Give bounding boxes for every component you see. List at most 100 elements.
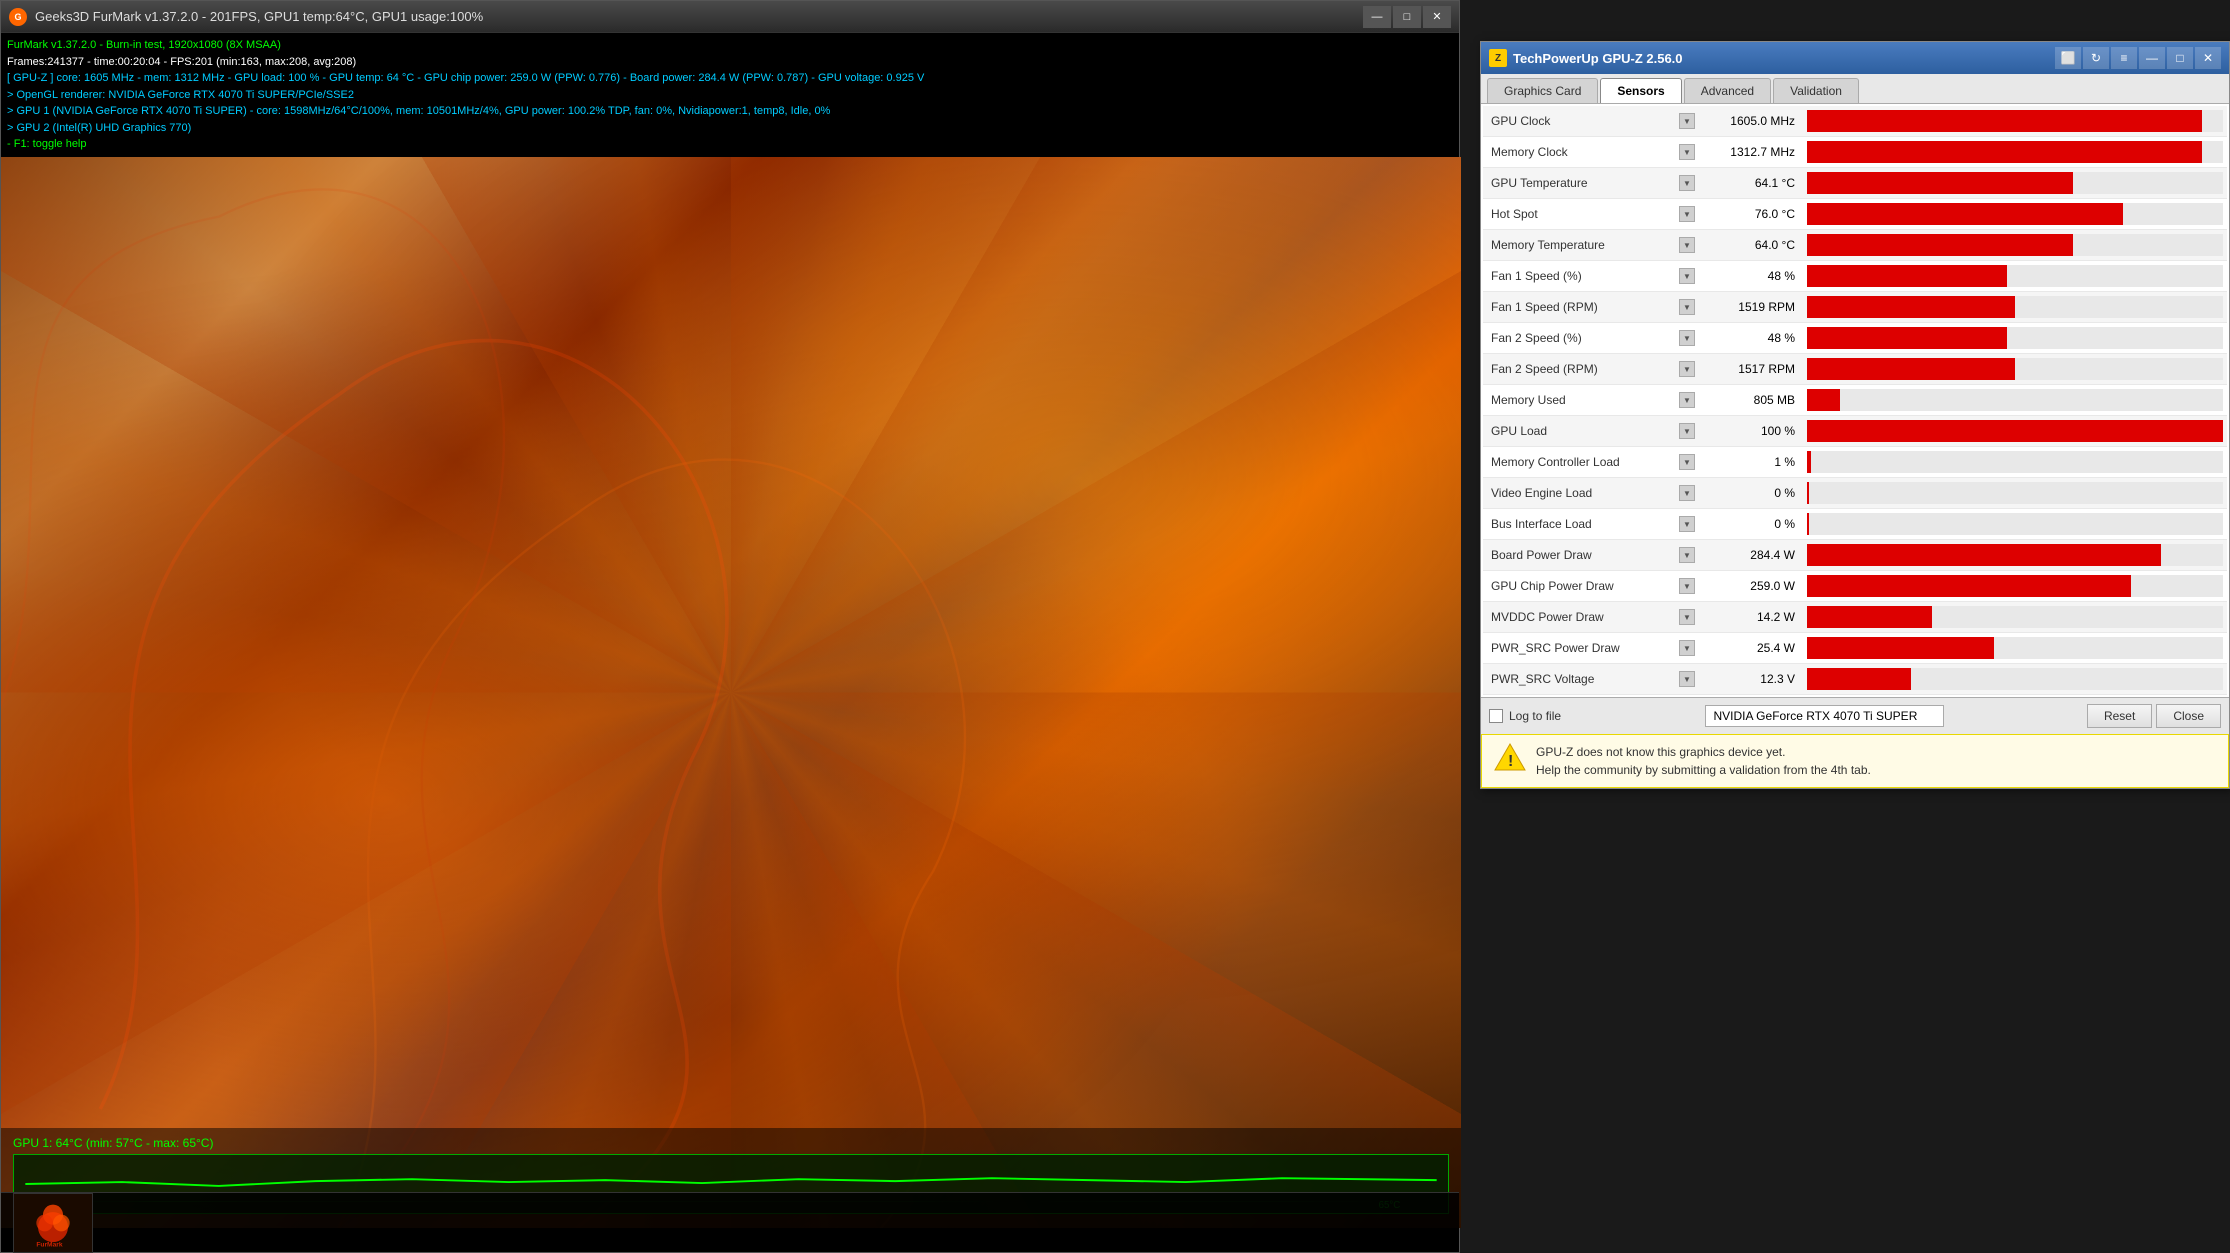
close-button[interactable]: Close [2156, 704, 2221, 728]
gpuz-sensors-panel: GPU Clock ▼ 1605.0 MHz Memory Clock ▼ 13… [1481, 104, 2229, 697]
sensor-label: GPU Load [1491, 424, 1547, 438]
reset-button[interactable]: Reset [2087, 704, 2152, 728]
furmark-info-line1: FurMark v1.37.2.0 - Burn-in test, 1920x1… [7, 37, 1453, 54]
sensor-value-13: 0 % [1703, 517, 1803, 531]
gpu-selector[interactable]: NVIDIA GeForce RTX 4070 Ti SUPER [1705, 705, 1944, 727]
tab-validation[interactable]: Validation [1773, 78, 1859, 103]
gpuz-notification-bar: ! GPU-Z does not know this graphics devi… [1481, 734, 2229, 788]
furmark-info: FurMark v1.37.2.0 - Burn-in test, 1920x1… [1, 33, 1459, 157]
sensor-row: GPU Temperature ▼ 64.1 °C [1483, 168, 2227, 199]
sensor-label: GPU Temperature [1491, 176, 1588, 190]
sensor-name-16: MVDDC Power Draw ▼ [1483, 609, 1703, 625]
notification-line1: GPU-Z does not know this graphics device… [1536, 743, 1871, 761]
sensor-value-17: 25.4 W [1703, 641, 1803, 655]
sensor-bar-18 [1807, 668, 1911, 690]
furmark-info-line7: - F1: toggle help [7, 136, 1453, 153]
sensor-name-4: Memory Temperature ▼ [1483, 237, 1703, 253]
sensor-dropdown-13[interactable]: ▼ [1679, 516, 1695, 532]
sensor-row: Hot Spot ▼ 76.0 °C [1483, 199, 2227, 230]
gpuz-app-icon: Z [1489, 49, 1507, 67]
sensor-value-8: 1517 RPM [1703, 362, 1803, 376]
sensor-bar-0 [1807, 110, 2202, 132]
sensor-bar-container-7 [1807, 327, 2223, 349]
sensor-row: Memory Temperature ▼ 64.0 °C [1483, 230, 2227, 261]
tab-sensors[interactable]: Sensors [1600, 78, 1681, 103]
sensor-name-2: GPU Temperature ▼ [1483, 175, 1703, 191]
sensor-bar-10 [1807, 420, 2223, 442]
sensor-row: GPU Chip Power Draw ▼ 259.0 W [1483, 571, 2227, 602]
sensor-bar-container-12 [1807, 482, 2223, 504]
sensor-bar-container-9 [1807, 389, 2223, 411]
sensor-name-3: Hot Spot ▼ [1483, 206, 1703, 222]
sensor-row: Fan 2 Speed (RPM) ▼ 1517 RPM [1483, 354, 2227, 385]
sensor-row: Fan 2 Speed (%) ▼ 48 % [1483, 323, 2227, 354]
sensor-bar-container-17 [1807, 637, 2223, 659]
sensor-row: Video Engine Load ▼ 0 % [1483, 478, 2227, 509]
furmark-maximize-button[interactable]: □ [1393, 6, 1421, 28]
sensor-dropdown-16[interactable]: ▼ [1679, 609, 1695, 625]
sensor-row: Bus Interface Load ▼ 0 % [1483, 509, 2227, 540]
sensor-bar-5 [1807, 265, 2007, 287]
gpuz-log-area: Log to file [1489, 709, 1561, 723]
sensor-bar-container-11 [1807, 451, 2223, 473]
sensor-dropdown-11[interactable]: ▼ [1679, 454, 1695, 470]
sensor-row: Memory Clock ▼ 1312.7 MHz [1483, 137, 2227, 168]
sensor-dropdown-6[interactable]: ▼ [1679, 299, 1695, 315]
sensor-dropdown-3[interactable]: ▼ [1679, 206, 1695, 222]
furmark-close-button[interactable]: ✕ [1423, 6, 1451, 28]
furmark-status-text: FurMark [13, 1193, 1447, 1253]
sensor-dropdown-5[interactable]: ▼ [1679, 268, 1695, 284]
gpuz-close-button[interactable]: ✕ [2195, 47, 2221, 69]
sensor-name-6: Fan 1 Speed (RPM) ▼ [1483, 299, 1703, 315]
gpuz-menu-button[interactable]: ≡ [2111, 47, 2137, 69]
sensor-dropdown-17[interactable]: ▼ [1679, 640, 1695, 656]
furmark-render-canvas: GPU 1: 64°C (min: 57°C - max: 65°C) 57°C… [1, 157, 1461, 1228]
furmark-window: G Geeks3D FurMark v1.37.2.0 - 201FPS, GP… [0, 0, 1460, 1253]
svg-text:FurMark: FurMark [36, 1241, 63, 1248]
sensor-dropdown-14[interactable]: ▼ [1679, 547, 1695, 563]
sensor-bar-12 [1807, 482, 1809, 504]
sensor-dropdown-8[interactable]: ▼ [1679, 361, 1695, 377]
sensor-name-12: Video Engine Load ▼ [1483, 485, 1703, 501]
sensor-row: PWR_SRC Voltage ▼ 12.3 V [1483, 664, 2227, 695]
furmark-svg-decoration [1, 157, 1461, 1228]
tab-graphics-card[interactable]: Graphics Card [1487, 78, 1598, 103]
sensor-bar-container-1 [1807, 141, 2223, 163]
sensor-dropdown-12[interactable]: ▼ [1679, 485, 1695, 501]
sensor-name-13: Bus Interface Load ▼ [1483, 516, 1703, 532]
sensor-dropdown-15[interactable]: ▼ [1679, 578, 1695, 594]
sensor-value-7: 48 % [1703, 331, 1803, 345]
sensor-dropdown-18[interactable]: ▼ [1679, 671, 1695, 687]
sensor-dropdown-0[interactable]: ▼ [1679, 113, 1695, 129]
gpuz-minimize-button[interactable]: — [2139, 47, 2165, 69]
sensor-bar-2 [1807, 172, 2073, 194]
sensor-bar-container-16 [1807, 606, 2223, 628]
gpuz-screenshot-button[interactable]: ⬜ [2055, 47, 2081, 69]
sensor-label: GPU Clock [1491, 114, 1550, 128]
sensor-dropdown-9[interactable]: ▼ [1679, 392, 1695, 408]
furmark-titlebar: G Geeks3D FurMark v1.37.2.0 - 201FPS, GP… [1, 1, 1459, 33]
furmark-minimize-button[interactable]: — [1363, 6, 1391, 28]
gpuz-window-controls: ⬜ ↻ ≡ — □ ✕ [2055, 47, 2221, 69]
sensor-name-15: GPU Chip Power Draw ▼ [1483, 578, 1703, 594]
sensor-dropdown-7[interactable]: ▼ [1679, 330, 1695, 346]
sensor-row: Fan 1 Speed (RPM) ▼ 1519 RPM [1483, 292, 2227, 323]
sensor-dropdown-2[interactable]: ▼ [1679, 175, 1695, 191]
sensor-dropdown-10[interactable]: ▼ [1679, 423, 1695, 439]
gpuz-refresh-button[interactable]: ↻ [2083, 47, 2109, 69]
gpuz-maximize-button[interactable]: □ [2167, 47, 2193, 69]
sensor-dropdown-1[interactable]: ▼ [1679, 144, 1695, 160]
sensor-label: GPU Chip Power Draw [1491, 579, 1614, 593]
sensor-dropdown-4[interactable]: ▼ [1679, 237, 1695, 253]
tab-advanced[interactable]: Advanced [1684, 78, 1771, 103]
furmark-icon: G [9, 8, 27, 26]
sensor-name-1: Memory Clock ▼ [1483, 144, 1703, 160]
notification-line2: Help the community by submitting a valid… [1536, 761, 1871, 779]
sensor-value-4: 64.0 °C [1703, 238, 1803, 252]
sensor-bar-11 [1807, 451, 1811, 473]
sensor-value-9: 805 MB [1703, 393, 1803, 407]
sensor-bar-container-10 [1807, 420, 2223, 442]
warning-icon: ! [1494, 743, 1526, 771]
sensor-value-3: 76.0 °C [1703, 207, 1803, 221]
log-to-file-checkbox[interactable] [1489, 709, 1503, 723]
